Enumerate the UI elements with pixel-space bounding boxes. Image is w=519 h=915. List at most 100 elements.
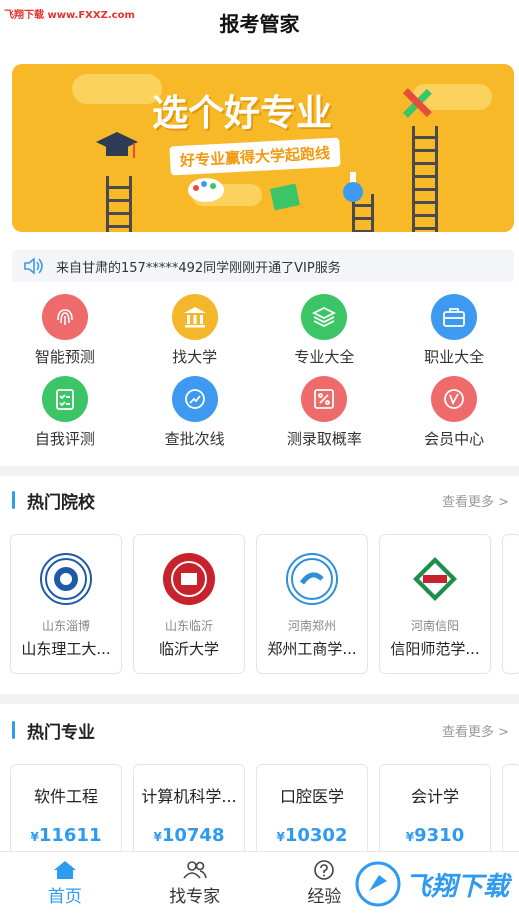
major-name: 口腔医学 [279, 787, 344, 806]
notice-text: 来自甘肃的157*****492同学刚刚开通了VIP服务 [56, 260, 341, 276]
school-location: 山东临沂 [164, 619, 213, 633]
tab-home[interactable]: 首页 [0, 852, 130, 915]
section-divider [0, 466, 519, 476]
tab-label: 首页 [47, 887, 82, 907]
school-logo [409, 553, 461, 605]
major-card[interactable]: 软件工程 ¥11611 [10, 764, 122, 864]
section-accent-bar [12, 721, 15, 739]
school-location: 河南信阳 [410, 619, 459, 633]
watermark-logo: 飞翔下载 [355, 858, 515, 910]
trend-icon [171, 376, 218, 422]
view-more-link[interactable]: 查看更多 > [442, 491, 509, 510]
major-name: 软件工程 [33, 787, 98, 806]
feature-label: 职业大全 [424, 348, 485, 366]
school-location: 河南郑州 [287, 619, 336, 633]
salary-value: 10748 [161, 825, 225, 846]
home-icon [53, 861, 76, 879]
feature-admission-probability[interactable]: 测录取概率 [264, 372, 384, 454]
school-location: 山东淄博 [41, 619, 90, 633]
major-salary: ¥10748 [154, 825, 225, 846]
briefcase-icon [431, 294, 478, 340]
hot-majors-header: 热门专业 查看更多 > [0, 715, 519, 745]
school-logo [40, 553, 92, 605]
layers-icon [301, 294, 348, 340]
currency-symbol: ¥ [405, 830, 415, 844]
feature-row: 自我评测 查批次线 测录取概率 会员中心 [0, 372, 519, 454]
vip-icon [431, 376, 478, 422]
major-card-partial[interactable] [502, 764, 519, 864]
school-card[interactable]: 河南郑州 郑州工商学... [256, 534, 368, 674]
section-title: 热门院校 [27, 492, 95, 513]
major-card[interactable]: 会计学 ¥9310 [379, 764, 491, 864]
ladder-icon [106, 176, 132, 232]
hot-schools-list: 山东淄博 山东理工大... 山东临沂 临沂大学 河南郑州 郑州工商学... 河南… [10, 534, 519, 674]
school-name: 信阳师范学... [390, 640, 480, 658]
speaker-icon [24, 257, 43, 275]
bank-icon [171, 294, 218, 340]
hot-schools-header: 热门院校 查看更多 > [0, 485, 519, 515]
section-title: 热门专业 [27, 722, 95, 743]
school-card[interactable]: 山东淄博 山东理工大... [10, 534, 122, 674]
feature-majors[interactable]: 专业大全 [264, 290, 384, 372]
feature-careers[interactable]: 职业大全 [394, 290, 514, 372]
currency-symbol: ¥ [276, 830, 285, 844]
feature-batch-lines[interactable]: 查批次线 [135, 372, 255, 454]
school-name: 郑州工商学... [267, 640, 357, 658]
feature-member-center[interactable]: 会员中心 [394, 372, 514, 454]
banner-carousel[interactable]: 选个好专业 好专业赢得大学起跑线 [12, 64, 514, 232]
school-name: 山东理工大... [21, 640, 111, 658]
feature-label: 自我评测 [34, 430, 95, 448]
people-icon [183, 861, 207, 879]
view-more-link[interactable]: 查看更多 > [442, 721, 509, 740]
salary-value: 10302 [284, 825, 348, 846]
salary-value: 11611 [38, 825, 102, 846]
feature-label: 找大学 [172, 348, 218, 366]
school-card[interactable]: 山东临沂 临沂大学 [133, 534, 245, 674]
school-logo [286, 553, 338, 605]
percent-icon [301, 376, 348, 422]
cloud-decoration [72, 74, 162, 104]
tab-experts[interactable]: 找专家 [130, 852, 260, 915]
ladder-icon [412, 126, 438, 232]
section-divider [0, 694, 519, 704]
tab-label: 找专家 [169, 887, 221, 907]
major-card[interactable]: 计算机科学... ¥10748 [133, 764, 245, 864]
salary-value: 9310 [414, 825, 465, 846]
school-logo [163, 553, 215, 605]
feature-find-university[interactable]: 找大学 [135, 290, 255, 372]
book-icon [270, 183, 301, 211]
watermark-logo-icon [355, 861, 401, 907]
school-card[interactable]: 河南信阳 信阳师范学... [379, 534, 491, 674]
flask-icon [343, 172, 363, 202]
feature-label: 会员中心 [424, 430, 485, 448]
school-name: 临沂大学 [158, 640, 219, 658]
major-name: 计算机科学... [141, 787, 237, 806]
page-title: 报考管家 [219, 11, 300, 36]
currency-symbol: ¥ [30, 830, 39, 844]
watermark-top: 飞翔下载 www.FXXZ.com [4, 10, 135, 21]
notice-bar[interactable]: 来自甘肃的157*****492同学刚刚开通了VIP服务 [12, 250, 514, 282]
feature-smart-predict[interactable]: 智能预测 [5, 290, 125, 372]
clipboard-icon [41, 376, 88, 422]
feature-label: 智能预测 [34, 348, 95, 366]
tools-icon [402, 88, 432, 118]
feature-row: 智能预测 找大学 专业大全 职业大全 [0, 290, 519, 372]
major-card[interactable]: 口腔医学 ¥10302 [256, 764, 368, 864]
feature-grid: 智能预测 找大学 专业大全 职业大全 自我评测 查批次线 测录取概率 会员中心 [0, 290, 519, 454]
feature-label: 专业大全 [294, 348, 355, 366]
feature-self-assessment[interactable]: 自我评测 [5, 372, 125, 454]
question-icon [314, 860, 335, 880]
hot-majors-list: 软件工程 ¥11611 计算机科学... ¥10748 口腔医学 ¥10302 … [10, 764, 519, 864]
section-accent-bar [12, 491, 15, 509]
banner-subtitle: 好专业赢得大学起跑线 [169, 137, 341, 176]
banner-title: 选个好专业 [152, 93, 333, 134]
graduation-cap-icon [96, 132, 138, 158]
school-card-partial[interactable] [502, 534, 519, 674]
major-salary: ¥11611 [31, 825, 102, 846]
feature-label: 测录取概率 [286, 430, 362, 448]
major-salary: ¥9310 [406, 825, 464, 846]
currency-symbol: ¥ [153, 830, 162, 844]
major-name: 会计学 [410, 787, 459, 806]
major-salary: ¥10302 [277, 825, 348, 846]
tab-label: 经验 [307, 887, 342, 907]
